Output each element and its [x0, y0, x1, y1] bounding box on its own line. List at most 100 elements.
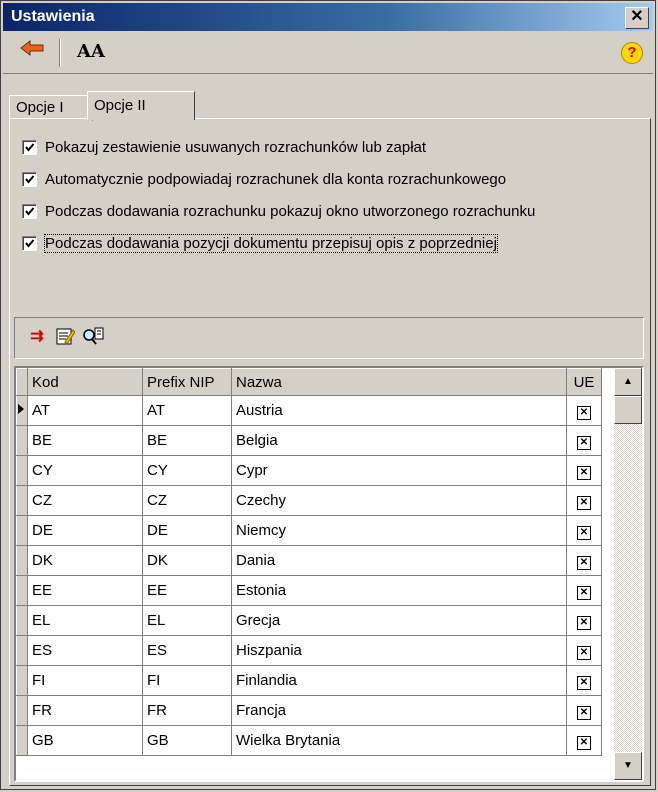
- cell-prefix-nip[interactable]: EE: [142, 575, 232, 606]
- checkbox-checked-icon[interactable]: [22, 235, 37, 251]
- font-size-icon[interactable]: AA: [73, 39, 109, 65]
- checked-box-icon[interactable]: ✕: [577, 705, 591, 720]
- checkbox-checked-icon[interactable]: [22, 203, 37, 219]
- cell-nazwa[interactable]: Czechy: [231, 485, 567, 516]
- add-record-icon[interactable]: ⇉: [25, 326, 49, 348]
- row-indicator[interactable]: [16, 725, 28, 756]
- cell-kod[interactable]: ES: [27, 635, 143, 666]
- cell-kod[interactable]: AT: [27, 395, 143, 426]
- checked-box-icon[interactable]: ✕: [577, 435, 591, 450]
- cell-nazwa[interactable]: Austria: [231, 395, 567, 426]
- cell-kod[interactable]: BE: [27, 425, 143, 456]
- search-record-icon[interactable]: [81, 326, 105, 348]
- edit-record-icon[interactable]: [53, 326, 77, 348]
- scroll-up-icon[interactable]: ▲: [614, 368, 642, 396]
- cell-kod[interactable]: GB: [27, 725, 143, 756]
- cell-ue[interactable]: ✕: [566, 515, 602, 546]
- cell-nazwa[interactable]: Hiszpania: [231, 635, 567, 666]
- checked-box-icon[interactable]: ✕: [577, 495, 591, 510]
- row-indicator[interactable]: [16, 485, 28, 516]
- table-row[interactable]: CY CY Cypr ✕: [16, 455, 602, 486]
- table-row[interactable]: BE BE Belgia ✕: [16, 425, 602, 456]
- checked-box-icon[interactable]: ✕: [577, 585, 591, 600]
- cell-nazwa[interactable]: Belgia: [231, 425, 567, 456]
- row-indicator[interactable]: [16, 455, 28, 486]
- table-row[interactable]: EL EL Grecja ✕: [16, 605, 602, 636]
- cell-kod[interactable]: FI: [27, 665, 143, 696]
- cell-nazwa[interactable]: Francja: [231, 695, 567, 726]
- cell-kod[interactable]: CY: [27, 455, 143, 486]
- cell-prefix-nip[interactable]: ES: [142, 635, 232, 666]
- cell-kod[interactable]: CZ: [27, 485, 143, 516]
- countries-grid[interactable]: Kod Prefix NIP Nazwa UE AT AT Austria ✕ BE BE…: [14, 366, 644, 782]
- option-show-removed[interactable]: Pokazuj zestawienie usuwanych rozrachunk…: [22, 137, 426, 159]
- table-row[interactable]: GB GB Wielka Brytania ✕: [16, 725, 602, 756]
- column-header-ue[interactable]: UE: [566, 368, 602, 396]
- row-indicator[interactable]: [16, 515, 28, 546]
- table-row[interactable]: AT AT Austria ✕: [16, 395, 602, 426]
- cell-ue[interactable]: ✕: [566, 695, 602, 726]
- checked-box-icon[interactable]: ✕: [577, 555, 591, 570]
- vertical-scrollbar[interactable]: ▲ ▼: [614, 368, 642, 780]
- cell-nazwa[interactable]: Dania: [231, 545, 567, 576]
- cell-ue[interactable]: ✕: [566, 485, 602, 516]
- table-row[interactable]: CZ CZ Czechy ✕: [16, 485, 602, 516]
- option-copy-description[interactable]: Podczas dodawania pozycji dokumentu prze…: [22, 233, 498, 255]
- checked-box-icon[interactable]: ✕: [577, 405, 591, 420]
- cell-prefix-nip[interactable]: FI: [142, 665, 232, 696]
- checked-box-icon[interactable]: ✕: [577, 645, 591, 660]
- cell-kod[interactable]: FR: [27, 695, 143, 726]
- checked-box-icon[interactable]: ✕: [577, 525, 591, 540]
- row-indicator[interactable]: [16, 665, 28, 696]
- row-indicator[interactable]: [16, 695, 28, 726]
- cell-nazwa[interactable]: Estonia: [231, 575, 567, 606]
- cell-nazwa[interactable]: Finlandia: [231, 665, 567, 696]
- cell-ue[interactable]: ✕: [566, 635, 602, 666]
- cell-prefix-nip[interactable]: DE: [142, 515, 232, 546]
- cell-nazwa[interactable]: Niemcy: [231, 515, 567, 546]
- column-header-prefix-nip[interactable]: Prefix NIP: [142, 368, 232, 396]
- cell-prefix-nip[interactable]: CY: [142, 455, 232, 486]
- cell-kod[interactable]: DE: [27, 515, 143, 546]
- checked-box-icon[interactable]: ✕: [577, 735, 591, 750]
- help-icon[interactable]: ?: [621, 42, 643, 64]
- row-indicator[interactable]: [16, 605, 28, 636]
- row-indicator[interactable]: [16, 635, 28, 666]
- checkbox-checked-icon[interactable]: [22, 139, 37, 155]
- cell-prefix-nip[interactable]: AT: [142, 395, 232, 426]
- cell-prefix-nip[interactable]: DK: [142, 545, 232, 576]
- cell-ue[interactable]: ✕: [566, 425, 602, 456]
- checked-box-icon[interactable]: ✕: [577, 675, 591, 690]
- cell-kod[interactable]: EL: [27, 605, 143, 636]
- column-header-nazwa[interactable]: Nazwa: [231, 368, 567, 396]
- cell-ue[interactable]: ✕: [566, 455, 602, 486]
- table-row[interactable]: DK DK Dania ✕: [16, 545, 602, 576]
- table-row[interactable]: ES ES Hiszpania ✕: [16, 635, 602, 666]
- table-row[interactable]: EE EE Estonia ✕: [16, 575, 602, 606]
- tab-opcje-2[interactable]: Opcje II: [87, 91, 195, 120]
- checked-box-icon[interactable]: ✕: [577, 465, 591, 480]
- cell-kod[interactable]: DK: [27, 545, 143, 576]
- option-show-created-window[interactable]: Podczas dodawania rozrachunku pokazuj ok…: [22, 201, 535, 223]
- cell-prefix-nip[interactable]: BE: [142, 425, 232, 456]
- checkbox-checked-icon[interactable]: [22, 171, 37, 187]
- cell-nazwa[interactable]: Grecja: [231, 605, 567, 636]
- option-auto-suggest[interactable]: Automatycznie podpowiadaj rozrachunek dl…: [22, 169, 506, 191]
- table-row[interactable]: DE DE Niemcy ✕: [16, 515, 602, 546]
- cell-kod[interactable]: EE: [27, 575, 143, 606]
- cell-prefix-nip[interactable]: CZ: [142, 485, 232, 516]
- cell-nazwa[interactable]: Cypr: [231, 455, 567, 486]
- table-row[interactable]: FR FR Francja ✕: [16, 695, 602, 726]
- row-indicator[interactable]: [16, 425, 28, 456]
- checked-box-icon[interactable]: ✕: [577, 615, 591, 630]
- cell-ue[interactable]: ✕: [566, 395, 602, 426]
- cell-prefix-nip[interactable]: EL: [142, 605, 232, 636]
- cell-ue[interactable]: ✕: [566, 605, 602, 636]
- cell-prefix-nip[interactable]: GB: [142, 725, 232, 756]
- cell-ue[interactable]: ✕: [566, 545, 602, 576]
- cell-ue[interactable]: ✕: [566, 665, 602, 696]
- column-header-kod[interactable]: Kod: [27, 368, 143, 396]
- scroll-down-icon[interactable]: ▼: [614, 752, 642, 780]
- back-arrow-icon[interactable]: [17, 39, 47, 65]
- cell-ue[interactable]: ✕: [566, 725, 602, 756]
